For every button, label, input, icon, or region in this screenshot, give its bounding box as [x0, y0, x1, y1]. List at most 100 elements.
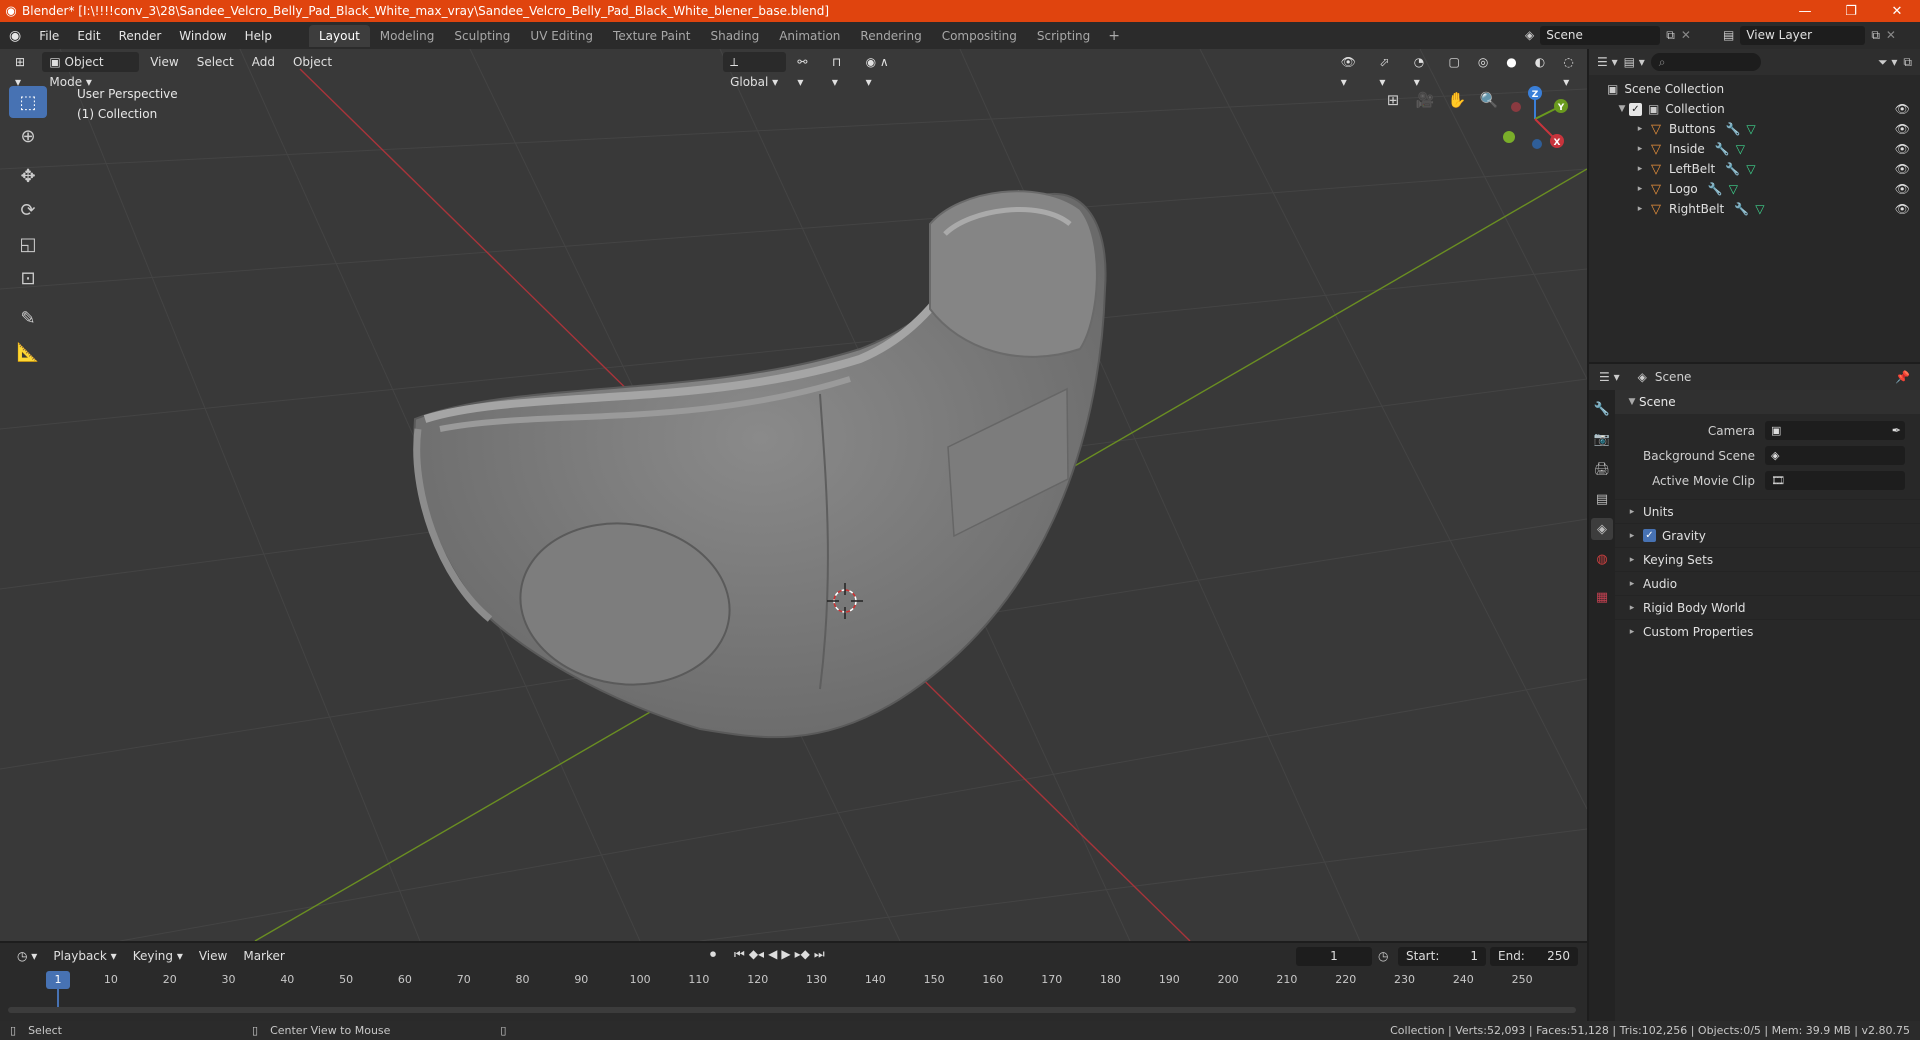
gravity-checkbox[interactable]: ✓	[1643, 529, 1656, 542]
menu-edit[interactable]: Edit	[68, 25, 109, 47]
mode-selector[interactable]: ▣ Object Mode ▾	[42, 52, 140, 89]
end-frame-field[interactable]: End: 250	[1490, 947, 1578, 966]
keying-sets-panel[interactable]: ▸ Keying Sets	[1615, 547, 1920, 571]
move-tool-icon[interactable]: ✥	[9, 160, 47, 192]
zoom-icon[interactable]: 🔍	[1476, 87, 1502, 113]
collection-checkbox[interactable]: ✓	[1629, 102, 1642, 116]
modifier-wrench-icon[interactable]: 🔧	[1708, 182, 1723, 196]
tab-scripting[interactable]: Scripting	[1027, 25, 1100, 47]
outliner-object-row[interactable]: ▸ ▽ Inside 🔧 ▽ 👁	[1589, 139, 1920, 159]
mesh-data-icon[interactable]: ▽	[1755, 202, 1764, 216]
outliner-search-input[interactable]: ⌕	[1650, 53, 1761, 71]
eye-icon[interactable]: 👁	[1895, 162, 1910, 176]
output-tab-icon[interactable]: 🖨	[1591, 458, 1613, 480]
start-frame-field[interactable]: Start: 1	[1398, 947, 1486, 966]
remove-scene-icon[interactable]: ✕	[1681, 28, 1691, 42]
expand-arrow-icon[interactable]: ▸	[1625, 555, 1639, 565]
next-keyframe-icon[interactable]: ▸◆	[795, 947, 810, 962]
snap-icon[interactable]: ⊓ ▾	[825, 52, 855, 89]
add-workspace-icon[interactable]: +	[1100, 25, 1128, 47]
modifier-wrench-icon[interactable]: 🔧	[1725, 122, 1740, 136]
overlay-toggle-icon[interactable]: ◔ ▾	[1407, 52, 1438, 89]
eye-icon[interactable]: 👁	[1895, 202, 1910, 216]
scene-collection-row[interactable]: ▣ Scene Collection	[1589, 79, 1920, 99]
expand-arrow-icon[interactable]: ▸	[1625, 579, 1639, 589]
menu-marker[interactable]: Marker	[236, 946, 291, 966]
tab-texture-paint[interactable]: Texture Paint	[603, 25, 700, 47]
expand-arrow-icon[interactable]: ▸	[1625, 507, 1639, 517]
outliner-editor-icon[interactable]: ☰ ▾	[1597, 55, 1618, 69]
menu-keying[interactable]: Keying ▾	[126, 946, 190, 966]
scale-tool-icon[interactable]: ◱	[9, 228, 47, 260]
modifier-wrench-icon[interactable]: 🔧	[1715, 142, 1730, 156]
menu-file[interactable]: File	[30, 25, 68, 47]
tab-sculpting[interactable]: Sculpting	[444, 25, 520, 47]
modifier-wrench-icon[interactable]: 🔧	[1734, 202, 1749, 216]
eye-icon[interactable]: 👁	[1895, 182, 1910, 196]
view-layer-tab-icon[interactable]: ▤	[1591, 488, 1613, 510]
measure-tool-icon[interactable]: 📐	[9, 336, 47, 368]
blender-menu-icon[interactable]: ◉	[0, 25, 30, 47]
navigation-gizmo[interactable]: Z Y X	[1503, 86, 1568, 149]
scene-tab-icon[interactable]: ◈	[1591, 518, 1613, 540]
eye-icon[interactable]: 👁	[1895, 102, 1910, 116]
shading-rendered-icon[interactable]: ◌ ▾	[1556, 52, 1587, 89]
new-collection-icon[interactable]: ⧉	[1903, 55, 1912, 70]
shading-solid-icon[interactable]: ●	[1499, 52, 1523, 72]
audio-panel[interactable]: ▸ Audio	[1615, 571, 1920, 595]
expand-arrow-icon[interactable]: ▸	[1625, 531, 1639, 541]
mesh-data-icon[interactable]: ▽	[1729, 182, 1738, 196]
gizmo-toggle-icon[interactable]: ⬀ ▾	[1372, 52, 1402, 89]
scene-name-field[interactable]: Scene	[1540, 25, 1661, 45]
tab-animation[interactable]: Animation	[769, 25, 850, 47]
background-scene-field[interactable]: ◈	[1765, 446, 1905, 465]
play-reverse-icon[interactable]: ◀	[768, 947, 777, 962]
active-movie-clip-field[interactable]: 🎞	[1765, 471, 1905, 490]
rotate-tool-icon[interactable]: ⟳	[9, 194, 47, 226]
minimize-button[interactable]: —	[1782, 4, 1828, 19]
cursor-tool-icon[interactable]: ⊕	[9, 120, 47, 152]
view-layer-selector[interactable]: ▤ View Layer ⧉ ✕	[1723, 25, 1918, 45]
pivot-icon[interactable]: ⚯ ▾	[790, 52, 820, 89]
tab-shading[interactable]: Shading	[700, 25, 769, 47]
maximize-button[interactable]: ❐	[1828, 4, 1874, 19]
menu-timeline-view[interactable]: View	[192, 946, 234, 966]
jump-start-icon[interactable]: ⏮	[734, 947, 745, 962]
select-box-icon[interactable]: ⬚	[9, 86, 47, 118]
tool-tab-icon[interactable]: 🔧	[1591, 398, 1613, 420]
expand-arrow-icon[interactable]: ▸	[1625, 603, 1639, 613]
gravity-panel[interactable]: ▸ ✓ Gravity	[1615, 523, 1920, 547]
outliner-object-row[interactable]: ▸ ▽ LeftBelt 🔧 ▽ 👁	[1589, 159, 1920, 179]
scene-selector[interactable]: ◈ Scene ⧉ ✕	[1525, 25, 1715, 45]
outliner-object-row[interactable]: ▸ ▽ Buttons 🔧 ▽ 👁	[1589, 119, 1920, 139]
render-tab-icon[interactable]: 📷	[1591, 428, 1613, 450]
pan-hand-icon[interactable]: ✋	[1444, 87, 1470, 113]
menu-view[interactable]: View	[143, 52, 185, 72]
expand-arrow-icon[interactable]: ▸	[1625, 627, 1639, 637]
menu-help[interactable]: Help	[236, 25, 281, 47]
play-icon[interactable]: ▶	[781, 947, 790, 962]
new-view-layer-icon[interactable]: ⧉	[1871, 28, 1880, 43]
clock-icon[interactable]: ◷	[1378, 949, 1388, 963]
rigid-body-world-panel[interactable]: ▸ Rigid Body World	[1615, 595, 1920, 619]
properties-editor-icon[interactable]: ☰ ▾	[1599, 370, 1620, 384]
menu-object[interactable]: Object	[286, 52, 339, 72]
expand-arrow-icon[interactable]: ▸	[1633, 204, 1647, 214]
tab-layout[interactable]: Layout	[308, 24, 370, 47]
camera-field[interactable]: ▣ ✒	[1765, 421, 1905, 440]
ortho-toggle-icon[interactable]: ⊞	[1380, 87, 1406, 113]
3d-viewport[interactable]: Z Y X ⊞ ▾ ▣ Object Mode ▾ View Select Ad…	[0, 49, 1587, 941]
pin-icon[interactable]: 📌	[1895, 370, 1910, 384]
filter-icon[interactable]: ⏷ ▾	[1878, 55, 1897, 70]
menu-select[interactable]: Select	[190, 52, 241, 72]
custom-properties-panel[interactable]: ▸ Custom Properties	[1615, 619, 1920, 643]
record-icon[interactable]: ⏺	[710, 947, 716, 962]
collapse-arrow-icon[interactable]: ▼	[1625, 397, 1639, 407]
mesh-data-icon[interactable]: ▽	[1746, 122, 1755, 136]
eyedropper-icon[interactable]: ✒	[1892, 421, 1905, 440]
xray-icon[interactable]: ▢	[1441, 52, 1466, 72]
tab-rendering[interactable]: Rendering	[850, 25, 931, 47]
expand-arrow-icon[interactable]: ▸	[1633, 164, 1647, 174]
visibility-icon[interactable]: 👁 ▾	[1334, 52, 1369, 89]
frame-ruler[interactable]: 1 10 20 30 40 50 60 70 80 90 100 110 120 130 140 150 160…	[8, 971, 1578, 1007]
